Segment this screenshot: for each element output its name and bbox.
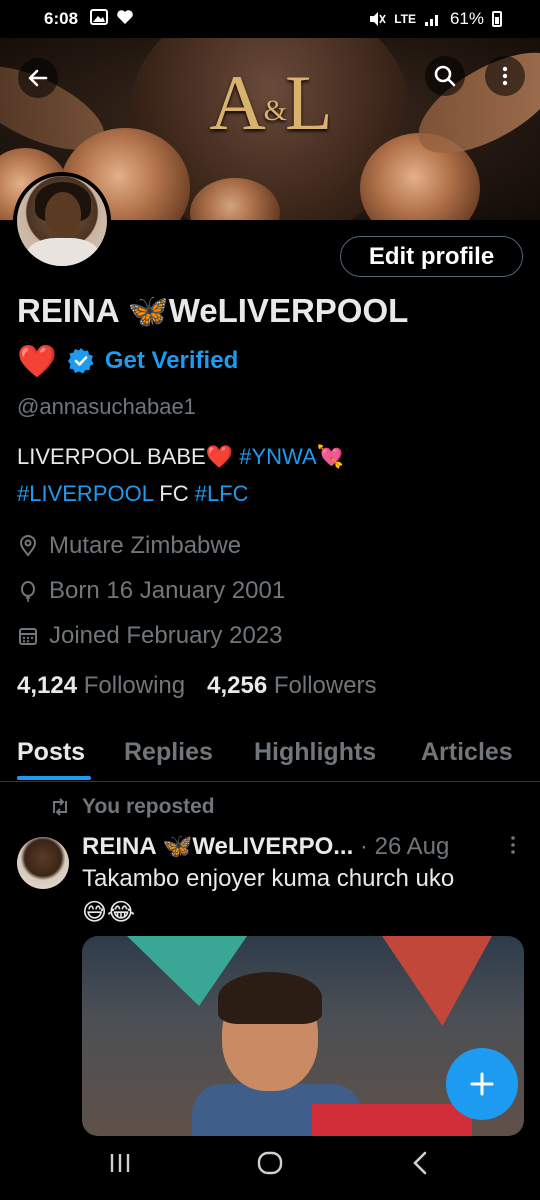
birthday-text: Born 16 January 2001 [49,577,286,604]
repost-icon [53,798,67,816]
profile-display-name: REINA 🦋WeLIVERPOOL [17,292,409,329]
bio-emoji: 💘 [316,444,345,469]
home-icon[interactable] [256,1150,284,1176]
profile-avatar[interactable] [13,172,111,270]
battery-icon [492,11,502,27]
back-button[interactable] [18,58,58,98]
search-icon [434,65,456,87]
system-nav-bar [0,1138,540,1200]
status-right: LTE 61% [368,9,502,29]
bio-text-fc: FC [153,481,195,506]
following-link[interactable]: 4,124 Following [17,672,185,700]
tab-highlights[interactable]: Highlights [254,738,376,767]
image-gift-box [312,1104,472,1136]
search-button[interactable] [425,56,465,96]
profile-handle: @annasuchabae1 [17,394,196,419]
heart-status-icon [117,10,133,24]
verified-badge-icon[interactable] [67,347,95,375]
repost-indicator: You reposted [50,795,215,819]
tab-replies[interactable]: Replies [124,738,213,767]
banner-monogram: A&L [190,58,350,148]
back-arrow-icon [28,69,48,87]
bio-text: LIVERPOOL BABE❤️ [17,444,240,469]
post-date[interactable]: 26 Aug [375,833,450,860]
edit-profile-button[interactable]: Edit profile [340,236,523,277]
image-boy-hair [218,972,322,1024]
mute-icon [370,12,386,26]
post-separator: · [353,833,375,860]
monogram-ampersand: & [263,94,287,128]
profile-tabs: Posts Replies Highlights Articles [0,730,540,782]
hashtag-lfc[interactable]: #LFC [195,481,249,506]
followers-link[interactable]: 4,256 Followers [207,672,376,700]
gallery-icon [90,9,108,25]
compose-button[interactable] [446,1048,518,1120]
location-text: Mutare Zimbabwe [49,532,242,559]
hashtag-ynwa[interactable]: #YNWA [239,444,316,469]
status-notification-icons [90,9,134,25]
followers-count: 4,256 [207,672,268,699]
signal-icon [424,15,438,26]
profile-joined: Joined February 2023 [17,622,282,650]
post-more-icon[interactable] [508,834,518,856]
more-options-button[interactable] [485,56,525,96]
post-author-name[interactable]: REINA 🦋WeLIVERPO... [82,833,353,860]
recent-apps-icon[interactable] [108,1150,132,1176]
follow-stats: 4,124 Following 4,256 Followers [17,672,377,700]
more-vertical-icon [502,66,508,86]
calendar-icon [19,628,37,645]
post-emojis: 😅😂 [82,899,136,926]
monogram-letter-l: L [285,59,333,146]
followers-label: Followers [273,672,377,699]
bio-line-2: #LIVERPOOL FC #LFC [17,481,249,507]
post-text: Takambo enjoyer kuma church uko 😅😂 [82,862,522,930]
active-tab-indicator [17,776,91,780]
network-type: LTE [394,12,416,26]
battery-percent: 61% [449,9,484,28]
balloon-icon [21,581,35,602]
plus-icon [470,1072,494,1096]
status-time: 6:08 [44,9,79,28]
repost-label: You reposted [82,795,215,818]
location-pin-icon [19,535,37,557]
post-body: Takambo enjoyer kuma church uko [82,865,455,892]
bio-line-1: LIVERPOOL BABE❤️ #YNWA💘 [17,444,344,470]
avatar-shirt [27,238,99,266]
name-heart-emoji: ❤️ [17,343,57,379]
back-nav-icon[interactable] [410,1150,430,1176]
joined-text: Joined February 2023 [49,622,283,649]
profile-location: Mutare Zimbabwe [17,532,241,560]
post-header: REINA 🦋WeLIVERPO... · 26 Aug [82,832,449,861]
profile-birthday: Born 16 January 2001 [17,577,285,605]
image-bunting-red [382,936,492,1026]
hashtag-liverpool[interactable]: #LIVERPOOL [17,481,153,506]
tab-articles[interactable]: Articles [421,738,513,767]
following-label: Following [83,672,186,699]
following-count: 4,124 [17,672,78,699]
avatar-face [45,192,81,236]
post-author-avatar[interactable] [17,837,69,889]
status-bar: 6:08 LTE 61% [0,0,540,38]
tab-posts[interactable]: Posts [17,738,85,767]
name-verify-row: ❤️ Get Verified [17,342,238,380]
get-verified-link[interactable]: Get Verified [105,347,238,375]
monogram-letter-a: A [209,59,265,146]
